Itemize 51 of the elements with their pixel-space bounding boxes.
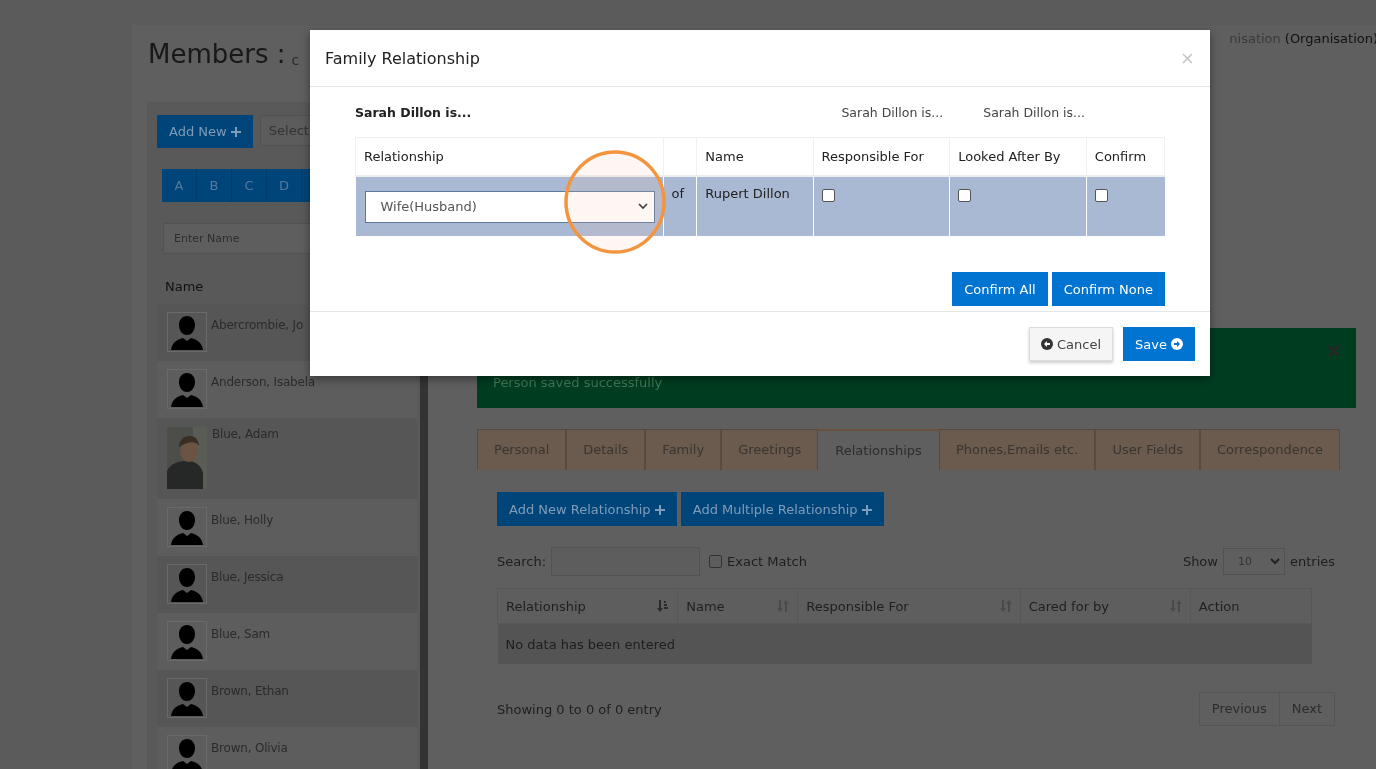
confirm-button[interactable]: Confirm All bbox=[952, 272, 1048, 306]
organisation-type: (Organisation) bbox=[1284, 31, 1376, 46]
person-name: Rupert Dillon bbox=[705, 186, 790, 201]
name-column-header: Name bbox=[165, 278, 205, 296]
chevron-down-icon bbox=[637, 203, 648, 210]
checkbox[interactable] bbox=[1094, 189, 1108, 202]
show-label: Show bbox=[1182, 553, 1218, 569]
checkbox[interactable] bbox=[958, 189, 972, 202]
column-header[interactable]: Cared for by bbox=[1020, 588, 1191, 624]
add-relationship-button[interactable]: Add New Relationship bbox=[497, 492, 677, 526]
search-label: Search: bbox=[497, 553, 547, 569]
dialog-title: Family Relationship bbox=[325, 48, 480, 68]
column-header[interactable]: Action bbox=[1190, 588, 1312, 624]
person-silhouette-icon bbox=[168, 565, 206, 603]
cancel-button[interactable]: Cancel bbox=[1029, 327, 1114, 361]
chevron-down-icon bbox=[1269, 557, 1280, 565]
add-relationship-button[interactable]: Add Multiple Relationship bbox=[680, 492, 884, 526]
add-new-button[interactable]: Add New bbox=[157, 115, 253, 148]
connector-text: of bbox=[671, 186, 685, 201]
plus-icon bbox=[230, 127, 241, 137]
arrow-left-circle-icon bbox=[1041, 338, 1054, 350]
person-silhouette-icon bbox=[168, 370, 206, 408]
alert-message: Person saved successfully bbox=[493, 375, 663, 390]
table-info: Showing 0 to 0 of 0 entry bbox=[497, 701, 662, 717]
letter-filter[interactable]: B bbox=[197, 169, 232, 202]
person-silhouette-icon bbox=[168, 313, 206, 351]
subject-label: Sarah Dillon is... bbox=[355, 104, 472, 120]
plus-icon bbox=[861, 504, 872, 515]
column-header[interactable]: Relationship bbox=[497, 588, 678, 624]
plus-icon bbox=[654, 504, 665, 515]
arrow-right-circle-icon bbox=[1171, 338, 1183, 350]
column-header[interactable]: Responsible For bbox=[797, 588, 1021, 624]
letter-filter[interactable]: A bbox=[162, 169, 197, 202]
confirm-button[interactable]: Confirm None bbox=[1051, 272, 1165, 306]
entries-label: entries bbox=[1289, 553, 1335, 569]
person-silhouette-icon bbox=[168, 679, 206, 717]
column-note: Sarah Dillon is... bbox=[841, 104, 944, 120]
column-note: Sarah Dillon is... bbox=[983, 104, 1085, 120]
sort-ascending-icon bbox=[657, 600, 670, 612]
column-header[interactable]: Name bbox=[677, 588, 798, 624]
exact-match-checkbox[interactable] bbox=[709, 554, 723, 568]
person-silhouette-icon bbox=[168, 622, 206, 660]
checkbox[interactable] bbox=[821, 189, 835, 202]
page-title: Members : bbox=[148, 39, 286, 69]
relationship-dropdown[interactable]: Wife(Husband) bbox=[364, 190, 655, 223]
save-button[interactable]: Save bbox=[1123, 327, 1195, 361]
person-silhouette-icon bbox=[168, 508, 206, 546]
letter-filter[interactable]: D bbox=[267, 169, 302, 202]
letter-filter[interactable]: C bbox=[232, 169, 267, 202]
exact-match-label: Exact Match bbox=[727, 553, 807, 569]
close-icon[interactable] bbox=[1328, 345, 1340, 357]
